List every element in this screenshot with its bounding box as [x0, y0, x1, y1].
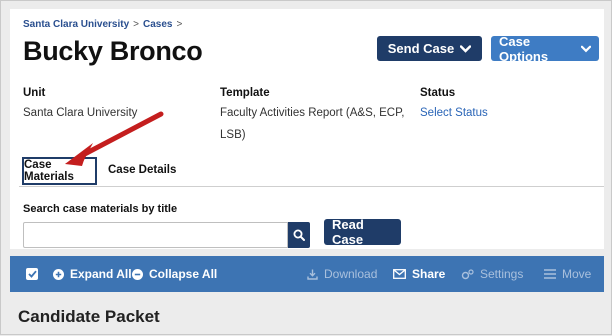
status-label: Status	[420, 87, 456, 99]
tab-divider	[19, 186, 604, 187]
unit-label: Unit	[23, 87, 46, 99]
search-input[interactable]	[23, 222, 288, 248]
settings-label: Settings	[480, 267, 524, 281]
download-button[interactable]: Download	[307, 256, 377, 292]
select-all-checkbox[interactable]	[26, 268, 38, 280]
settings-button[interactable]: Settings	[461, 256, 523, 292]
read-case-label: Read Case	[332, 217, 364, 247]
send-case-button[interactable]: Send Case	[377, 36, 482, 61]
template-value-line1: Faculty Activities Report (A&S, ECP,	[220, 107, 405, 119]
move-button[interactable]: Move	[544, 256, 591, 292]
template-label: Template	[220, 87, 270, 99]
case-options-label: Case Options	[499, 33, 549, 64]
plus-circle-icon	[53, 268, 64, 280]
tab-case-materials[interactable]: Case Materials	[22, 157, 97, 185]
tab-label: Case Materials	[24, 159, 74, 183]
minus-circle-icon	[132, 268, 143, 280]
materials-toolbar: Expand All Collapse All Download Share S…	[10, 256, 604, 292]
chevron-down-icon	[581, 45, 591, 52]
page-title: Bucky Bronco	[23, 36, 203, 66]
select-status-link[interactable]: Select Status	[420, 102, 488, 124]
template-value-line2: LSB)	[220, 129, 246, 141]
case-header-card: Santa Clara University > Cases > Bucky Bron…	[10, 9, 604, 249]
case-options-button[interactable]: Case Options	[491, 33, 599, 64]
search-icon	[293, 229, 305, 241]
move-label: Move	[562, 267, 592, 281]
send-case-label: Send Case	[387, 41, 455, 56]
check-icon	[27, 270, 37, 278]
share-label: Share	[412, 267, 446, 281]
breadcrumb-separator: >	[176, 19, 183, 30]
download-icon	[307, 269, 318, 280]
collapse-all-label: Collapse All	[149, 267, 218, 281]
share-button[interactable]: Share	[393, 256, 445, 292]
collapse-all-button[interactable]: Collapse All	[132, 256, 217, 292]
breadcrumb-separator: >	[133, 19, 140, 30]
search-button[interactable]	[288, 222, 310, 248]
unit-value: Santa Clara University	[23, 107, 138, 119]
tab-case-details[interactable]: Case Details	[108, 164, 176, 176]
gears-icon	[461, 268, 474, 279]
app-frame: Santa Clara University > Cases > Bucky Bron…	[0, 0, 612, 335]
breadcrumb-item-university[interactable]: Santa Clara University	[23, 19, 129, 30]
breadcrumb: Santa Clara University > Cases >	[23, 19, 186, 30]
bars-icon	[544, 269, 556, 279]
expand-all-label: Expand All	[70, 267, 132, 281]
section-title: Candidate Packet	[18, 307, 160, 326]
envelope-icon	[393, 269, 406, 279]
chevron-down-icon	[460, 44, 472, 53]
breadcrumb-item-cases[interactable]: Cases	[143, 19, 172, 30]
search-label: Search case materials by title	[23, 203, 178, 215]
download-label: Download	[324, 267, 378, 281]
read-case-button[interactable]: Read Case	[324, 217, 401, 247]
expand-all-button[interactable]: Expand All	[53, 256, 132, 292]
